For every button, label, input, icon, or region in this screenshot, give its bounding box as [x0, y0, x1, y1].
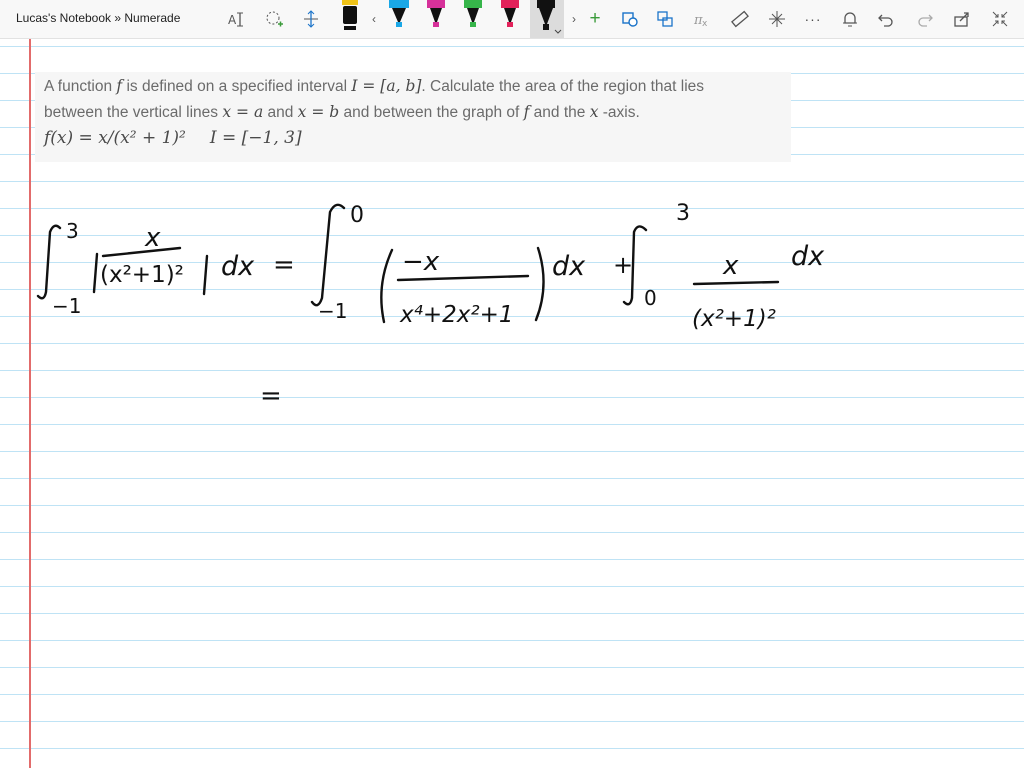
integral1-dx: dx: [552, 251, 586, 282]
absolute-bar: [202, 254, 209, 296]
fraction-bar: [692, 280, 780, 286]
integral2-denominator: (x²+1)²: [692, 306, 776, 332]
lhs-lower-limit: −1: [52, 294, 81, 318]
fraction-bar: [101, 246, 182, 258]
equals-sign: =: [273, 250, 295, 280]
integral2-numerator: x: [722, 251, 739, 281]
lhs-upper-limit: 3: [66, 219, 79, 243]
right-paren: [534, 246, 545, 322]
integral1-numerator: −x: [402, 247, 440, 277]
handwriting-ink[interactable]: 3 −1 x (x²+1)² dx = 0 −1 −x x⁴+2x²+1 dx …: [0, 0, 1024, 768]
lhs-numerator: x: [144, 223, 161, 253]
integral2-dx: dx: [791, 241, 825, 272]
left-paren: [380, 248, 394, 324]
lhs-dx: dx: [221, 251, 255, 282]
equals-sign-second: =: [260, 381, 282, 411]
absolute-bar: [92, 252, 99, 294]
integral-sign: [310, 203, 346, 307]
integral2-upper-limit: 3: [676, 201, 690, 226]
integral1-denominator: x⁴+2x²+1: [399, 302, 513, 328]
integral2-lower-limit: 0: [644, 286, 657, 310]
integral1-lower-limit: −1: [318, 299, 347, 323]
lhs-denominator: (x²+1)²: [100, 262, 184, 288]
integral-sign: [36, 224, 62, 300]
plus-sign: +: [613, 251, 633, 279]
integral1-upper-limit: 0: [350, 203, 364, 228]
